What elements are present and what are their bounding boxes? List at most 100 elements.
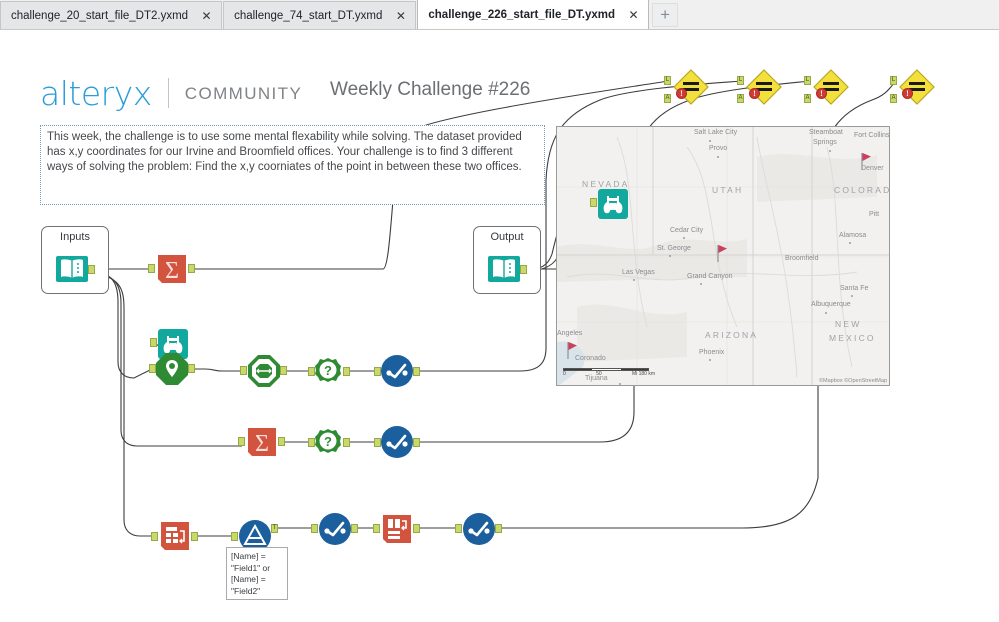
select-icon [381,426,413,458]
map-state-colorado: COLORADO [834,185,889,195]
input-tool[interactable] [55,252,89,286]
input-anchor[interactable] [373,524,380,533]
join-tool[interactable] [812,68,850,106]
map-city-cedar-city: Cedar City [670,227,704,234]
map-attribution: ©Mapbox ©OpenStreetMap [818,378,887,384]
output-anchor[interactable] [188,364,195,373]
error-badge[interactable]: ! [749,88,760,99]
map-city-springs: Springs [813,139,837,146]
irvine-flag-marker [567,342,577,359]
select-icon [463,513,495,545]
select-tool[interactable] [380,425,414,459]
input-anchor[interactable] [148,264,155,273]
book-icon [488,256,520,282]
map-city-steamboat: Steamboat [809,129,843,136]
map-city-coronado: Coronado [575,355,606,362]
output-anchor[interactable] [278,437,285,446]
join-left-anchor[interactable] [737,76,744,85]
sigma-icon: Σ [248,428,276,457]
join-left-anchor[interactable] [890,76,897,85]
input-anchor[interactable] [151,532,158,541]
map-city-broomfield: Broomfield [785,255,819,262]
create-points-tool[interactable] [155,352,189,386]
output-anchor[interactable] [413,438,420,447]
select-tool[interactable] [380,354,414,388]
svg-text:?: ? [324,434,332,449]
scale-bar-ticks: 0 50 Mi 180 km [563,371,655,377]
join-left-anchor[interactable] [664,76,671,85]
output-anchor[interactable] [495,524,502,533]
map-state-new-mexico-2: MEXICO [829,333,876,343]
browse-tool[interactable] [596,187,630,221]
input-anchor[interactable] [231,532,238,541]
join-append-anchor[interactable] [664,94,671,103]
spatial-info-tool[interactable]: ? [314,357,342,385]
map-city-dot [717,156,719,158]
transpose-tool[interactable] [158,519,192,553]
tab-challenge-20[interactable]: challenge_20_start_file_DT2.yxmd ✕ [0,1,223,29]
arrows-octagon-icon [248,355,280,387]
spatial-info-tool[interactable]: ? [314,428,342,456]
filter-true-anchor[interactable] [271,524,278,533]
map-viewer[interactable]: NEVADA UTAH COLORADO ARIZONA NEW MEXICO … [556,126,890,386]
browse-tool[interactable] [487,252,521,286]
new-tab-button[interactable]: + [652,3,679,27]
output-anchor[interactable] [191,532,198,541]
map-city-dot [709,140,711,142]
map-city-santa-fe: Santa Fe [840,285,869,292]
question-icon: ? [315,358,341,382]
select-tool[interactable] [462,512,496,546]
tab-label: challenge_20_start_file_DT2.yxmd [11,9,189,22]
map-city-alamosa: Alamosa [839,232,867,239]
input-anchor[interactable] [455,524,462,533]
filter-annotation: [Name] = "Field1" or [Name] = "Field2" [226,547,288,600]
input-anchor[interactable] [311,524,318,533]
join-append-anchor[interactable] [737,94,744,103]
summarize-tool[interactable]: Σ [155,252,189,286]
svg-text:Σ: Σ [255,431,269,457]
join-tool[interactable] [898,68,936,106]
output-anchor[interactable] [343,438,350,447]
error-badge[interactable]: ! [676,88,687,99]
join-diamond-icon [673,69,709,105]
close-icon[interactable]: ✕ [394,9,407,23]
error-badge[interactable]: ! [816,88,827,99]
output-anchor[interactable] [520,265,527,274]
output-anchor[interactable] [280,366,287,375]
output-anchor[interactable] [413,524,420,533]
community-label: COMMUNITY [184,83,303,103]
output-anchor[interactable] [413,367,420,376]
tab-challenge-74[interactable]: challenge_74_start_DT.yxmd ✕ [223,1,417,29]
svg-text:?: ? [324,363,332,378]
join-left-anchor[interactable] [804,76,811,85]
select-tool[interactable] [318,512,352,546]
join-append-anchor[interactable] [804,94,811,103]
input-anchor[interactable] [240,366,247,375]
join-tool[interactable] [672,68,710,106]
input-anchor[interactable] [238,437,245,446]
join-diamond-icon [746,69,782,105]
map-state-new-mexico-1: NEW [835,319,862,329]
close-icon[interactable]: ✕ [627,8,640,22]
map-city-dot [683,237,685,239]
crosstab-icon [383,515,411,543]
page-title: Weekly Challenge #226 [330,79,531,100]
map-state-arizona: ARIZONA [705,330,759,340]
output-anchor[interactable] [343,367,350,376]
workflow-canvas[interactable]: alteryx COMMUNITY Weekly Challenge #226 … [0,30,999,622]
output-anchor[interactable] [188,264,195,273]
crosstab-tool[interactable] [380,512,414,546]
comment-textbox[interactable]: This week, the challenge is to use some … [40,125,545,205]
output-anchor[interactable] [351,524,358,533]
distance-tool[interactable] [247,354,281,388]
transpose-icon [161,522,189,550]
tab-challenge-226[interactable]: challenge_226_start_file_DT.yxmd ✕ [417,0,650,29]
output-anchor[interactable] [88,265,95,274]
close-icon[interactable]: ✕ [200,9,213,23]
sigma-icon: Σ [158,255,186,284]
summarize-tool[interactable]: Σ [245,425,279,459]
join-append-anchor[interactable] [890,94,897,103]
scale-start: 0 [563,371,566,377]
error-badge[interactable]: ! [902,88,913,99]
join-tool[interactable] [745,68,783,106]
